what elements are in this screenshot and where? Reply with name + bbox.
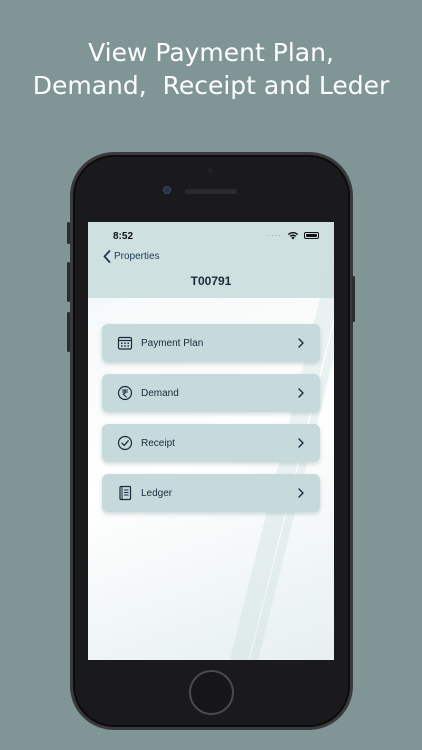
- menu-item-label: Receipt: [141, 437, 175, 449]
- chevron-right-icon: [298, 438, 304, 448]
- headline-line-1: View Payment Plan,: [88, 38, 334, 67]
- earpiece-speaker: [185, 189, 237, 194]
- volume-down-button: [67, 312, 70, 352]
- content-area: Payment Plan Demand Receipt Ledger: [88, 262, 334, 660]
- home-button[interactable]: [189, 670, 234, 715]
- power-button: [352, 276, 355, 322]
- chevron-left-icon: [103, 250, 111, 263]
- back-label: Properties: [114, 251, 160, 262]
- chevron-right-icon: [298, 338, 304, 348]
- mute-switch: [67, 222, 70, 244]
- menu-item-payment-plan[interactable]: Payment Plan: [102, 324, 320, 362]
- proximity-sensor: [208, 168, 213, 173]
- wifi-icon: [287, 231, 299, 240]
- menu-item-receipt[interactable]: Receipt: [102, 424, 320, 462]
- menu-item-label: Ledger: [141, 487, 173, 499]
- chevron-right-icon: [298, 388, 304, 398]
- menu-item-ledger[interactable]: Ledger: [102, 474, 320, 512]
- promo-headline: View Payment Plan, Demand, Receipt and L…: [0, 36, 422, 102]
- status-time: 8:52: [113, 231, 134, 242]
- rupee-icon: [117, 385, 133, 401]
- front-camera: [163, 186, 171, 194]
- volume-up-button: [67, 262, 70, 302]
- navigation-bar: 8:52 ···· Properties T00791: [88, 222, 334, 298]
- headline-line-2: Demand, Receipt and Leder: [32, 71, 390, 100]
- checkmark-circle-icon: [117, 435, 133, 451]
- menu-item-label: Payment Plan: [141, 337, 204, 349]
- menu-item-demand[interactable]: Demand: [102, 374, 320, 412]
- signal-icon: ····: [267, 231, 282, 240]
- chevron-right-icon: [298, 488, 304, 498]
- page-title: T00791: [190, 274, 232, 288]
- calendar-icon: [117, 335, 133, 351]
- menu-item-label: Demand: [141, 387, 179, 399]
- phone-screen: 8:52 ···· Properties T00791 Payment Plan…: [88, 222, 334, 660]
- back-button[interactable]: Properties: [103, 250, 160, 263]
- battery-icon: [304, 232, 319, 239]
- status-icons: ····: [267, 231, 319, 240]
- ledger-book-icon: [117, 485, 133, 501]
